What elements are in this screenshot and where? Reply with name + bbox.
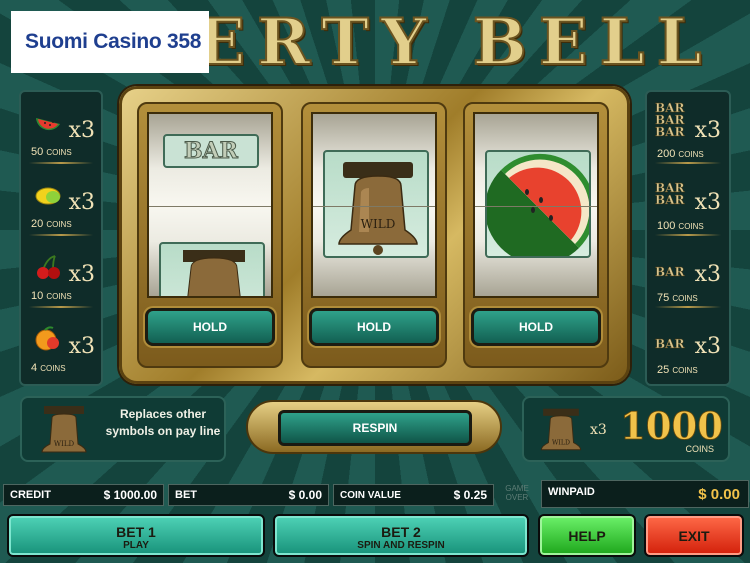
bet-label: BET (175, 489, 197, 501)
bet-display: BET $ 0.00 (168, 484, 329, 506)
paytable-multiplier: x3 (68, 334, 95, 359)
divider (655, 234, 721, 236)
hold-button-2[interactable]: HOLD (309, 308, 439, 346)
divider (29, 306, 93, 308)
respin-button[interactable]: RESPIN (278, 410, 472, 446)
coin-value-display: COIN VALUE $ 0.25 (333, 484, 494, 506)
paytable-coins: 200 COINS (657, 148, 704, 160)
bell-wild-symbol: WILD (159, 242, 265, 296)
game-screen: ERTY BELL Suomi Casino 358 x3 50 COINS x… (0, 0, 750, 563)
paytable-coins: 10 COINS (31, 290, 72, 302)
paytable-row-watermelon: x3 50 COINS (21, 96, 101, 166)
lemon-icon (35, 187, 61, 205)
jackpot-multiplier: x3 (590, 422, 607, 438)
paytable-row-orange: x3 4 COINS (21, 312, 101, 382)
bet-1-label: BET 1 (116, 524, 156, 540)
winpaid-label: WINPAID (548, 486, 595, 498)
watermelon-symbol (485, 150, 591, 258)
credit-display: CREDIT $ 1000.00 (3, 484, 164, 506)
reel-window (473, 112, 599, 298)
divider (655, 306, 721, 308)
divider (29, 234, 93, 236)
svg-text:WILD: WILD (552, 439, 570, 446)
hold-button-1[interactable]: HOLD (145, 308, 275, 346)
reel-1: BAR WILD HOLD (137, 102, 283, 368)
reel-window: WILD (311, 112, 437, 298)
svg-text:WILD: WILD (361, 217, 396, 231)
wild-info-text: Replaces other symbols on pay line (105, 407, 221, 438)
brand-label: Suomi Casino 358 (11, 11, 209, 73)
jackpot-panel: WILD x3 1000 COINS (522, 396, 730, 462)
paytable-multiplier: x3 (694, 334, 721, 359)
paytable-coins: 100 COINS (657, 220, 704, 232)
credit-value: $ 1000.00 (103, 488, 157, 502)
cherry-icon (37, 255, 60, 279)
liberty-bell-icon: WILD (41, 406, 87, 453)
coin-value: $ 0.25 (453, 488, 487, 502)
liberty-bell-icon: WILD (540, 408, 582, 451)
help-button[interactable]: HELP (538, 514, 636, 557)
bet-2-spin-respin-button[interactable]: BET 2 SPIN AND RESPIN (273, 514, 529, 557)
paytable-row-cherry: x3 10 COINS (21, 240, 101, 310)
paytable-multiplier: x3 (68, 262, 95, 287)
svg-text:WILD: WILD (54, 440, 75, 448)
orange-icon (35, 326, 59, 351)
bar-symbol: BAR (163, 134, 259, 168)
watermelon-icon (36, 118, 60, 131)
bar-symbol-stack: BAR BAR (655, 181, 685, 207)
paytable-coins: 4 COINS (31, 362, 66, 374)
paytable-multiplier: x3 (694, 262, 721, 287)
paytable-row-single-bar-25: BAR x3 25 COINS (647, 312, 729, 382)
payline (313, 206, 435, 207)
paytable-multiplier: x3 (694, 118, 721, 143)
paytable-coins: 20 COINS (31, 218, 72, 230)
divider (29, 162, 93, 164)
paytable-multiplier: x3 (68, 190, 95, 215)
jackpot-unit: COINS (685, 444, 714, 454)
winpaid-display: WINPAID $ 0.00 (541, 480, 749, 508)
bell-wild-symbol: WILD (323, 150, 429, 258)
paytable-row-double-bar: BAR BAR x3 100 COINS (647, 168, 729, 238)
bet-2-sublabel: SPIN AND RESPIN (357, 540, 445, 551)
paytable-coins: 25 COINS (657, 364, 698, 376)
paytable-row-triple-bar: BAR BAR BAR x3 200 COINS (647, 96, 729, 166)
paytable-row-single-bar-75: BAR x3 75 COINS (647, 240, 729, 310)
game-title: ERTY BELL (195, 8, 714, 78)
liberty-bell-icon: WILD (338, 162, 418, 255)
winpaid-value: $ 0.00 (698, 486, 740, 503)
exit-button[interactable]: EXIT (644, 514, 744, 557)
paytable-right: BAR BAR BAR x3 200 COINS BAR BAR x3 100 COI… (645, 90, 731, 386)
bar-symbol-stack: BAR (655, 337, 685, 351)
bar-symbol-stack: BAR BAR BAR (655, 101, 685, 139)
credit-label: CREDIT (10, 489, 51, 501)
reel-frame: BAR WILD HOLD (119, 86, 630, 384)
paytable-coins: 75 COINS (657, 292, 698, 304)
help-label: HELP (568, 528, 606, 544)
paytable-coins: 50 COINS (31, 146, 72, 158)
bet-2-label: BET 2 (381, 524, 421, 540)
reel-2: WILD HOLD (301, 102, 447, 368)
wild-info-panel: WILD Replaces other symbols on pay line (20, 396, 226, 462)
reel-3: HOLD (463, 102, 609, 368)
bet-value: $ 0.00 (288, 488, 322, 502)
bet-1-play-button[interactable]: BET 1 PLAY (7, 514, 265, 557)
hold-button-3[interactable]: HOLD (471, 308, 601, 346)
reel-window: BAR WILD (147, 112, 273, 298)
watermelon-icon (487, 153, 589, 256)
bet-1-sublabel: PLAY (123, 540, 149, 551)
paytable-row-lemon: x3 20 COINS (21, 168, 101, 238)
respin-frame: RESPIN (246, 400, 502, 454)
liberty-bell-icon: WILD (183, 250, 245, 296)
jackpot-amount: 1000 (620, 404, 724, 449)
payline (475, 206, 597, 207)
paytable-multiplier: x3 (694, 190, 721, 215)
paytable-left: x3 50 COINS x3 20 COINS x3 10 COINS x3 4… (19, 90, 103, 386)
coin-value-label: COIN VALUE (340, 490, 401, 501)
paytable-multiplier: x3 (68, 118, 95, 143)
game-over-indicator: GAME OVER (505, 484, 529, 502)
payline (149, 206, 271, 207)
divider (655, 162, 721, 164)
exit-label: EXIT (678, 528, 710, 544)
bar-symbol-stack: BAR (655, 265, 685, 279)
